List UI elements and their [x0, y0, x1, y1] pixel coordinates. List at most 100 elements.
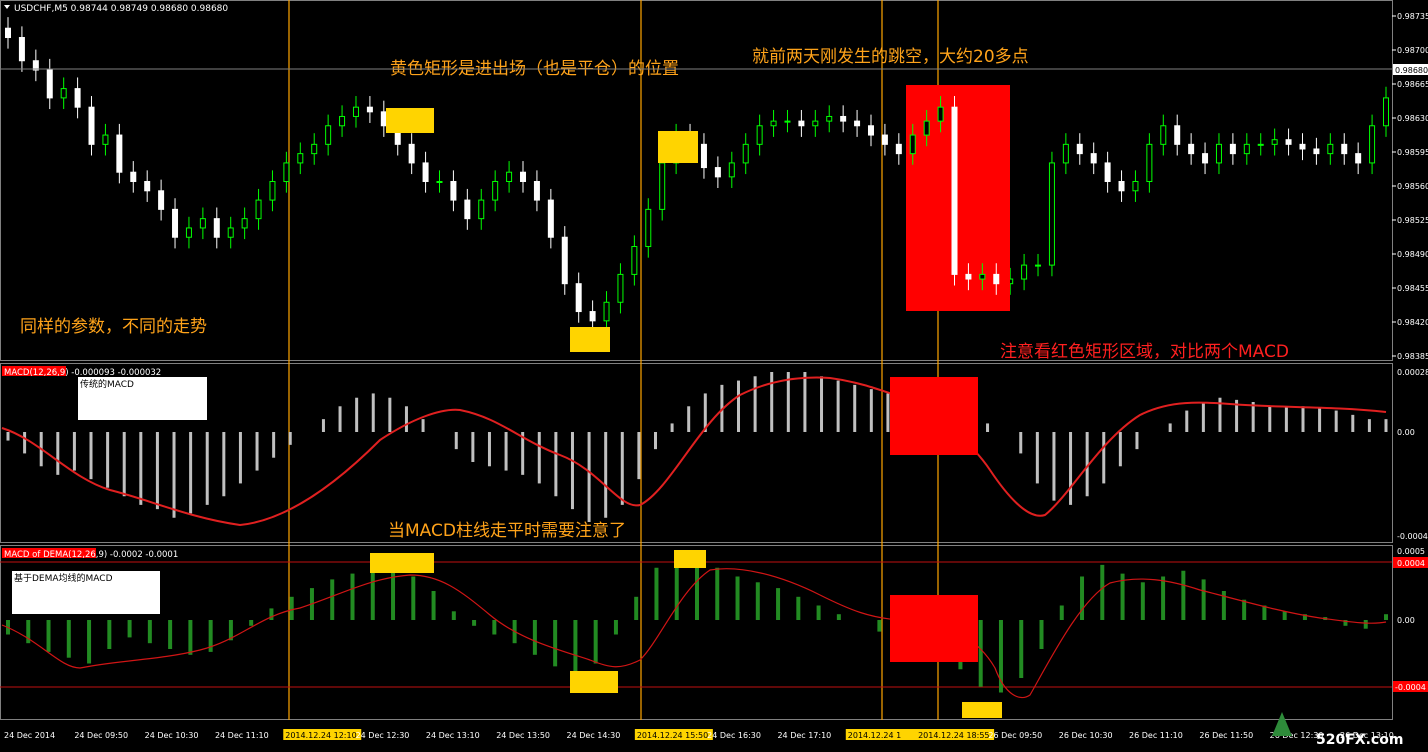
candle-body — [1021, 264, 1028, 280]
candle-body — [1160, 125, 1167, 145]
candle-body — [74, 88, 81, 108]
tree-logo-icon — [1272, 712, 1292, 736]
candle-body — [659, 162, 666, 210]
annotation-gap: 就前两天刚发生的跳空，大约20多点 — [752, 47, 1029, 67]
candle-body — [575, 283, 582, 313]
candle-body — [422, 162, 429, 182]
price-tick-label: 0.98735 — [1397, 12, 1428, 21]
candle-body — [1062, 143, 1069, 164]
time-tick-label: 24 Dec 14:30 — [567, 731, 621, 740]
price-tick-label: 0.98490 — [1397, 250, 1428, 259]
current-price-label: 0.98680 — [1395, 66, 1428, 75]
time-tick-label: 24 Dec 11:10 — [215, 731, 269, 740]
candle-body — [408, 143, 415, 164]
candle-body — [1369, 125, 1376, 164]
yellow-marker-main-2 — [570, 327, 610, 352]
candle-body — [1229, 143, 1236, 155]
macd-tick-label: 0.00028 — [1397, 368, 1428, 377]
candle-body — [1132, 181, 1139, 192]
dema-tick-label: 0.0005 — [1397, 547, 1425, 556]
price-tick-label: 0.98630 — [1397, 114, 1428, 123]
red-rect-macd — [890, 377, 978, 455]
candle-body — [589, 311, 596, 322]
candle-body — [172, 208, 179, 238]
macd-axis: 0.00028 0.00 -0.00045 — [1397, 368, 1428, 541]
dema-level-bottom-label: -0.0004 — [1395, 683, 1426, 692]
candle-body — [199, 218, 206, 229]
candle-body — [436, 181, 443, 183]
candle-body — [269, 181, 276, 201]
candle-body — [366, 106, 373, 113]
chevron-down-icon[interactable] — [4, 5, 10, 9]
candle-body — [227, 227, 234, 238]
candle-body — [1271, 139, 1278, 145]
macd-note-text: 传统的MACD — [80, 378, 134, 390]
candle-body — [603, 301, 610, 322]
macd-panel-frame — [0, 363, 1393, 543]
candle-body — [756, 125, 763, 145]
candle-body — [867, 125, 874, 136]
candle-body — [1355, 153, 1362, 164]
candle-body — [1313, 148, 1320, 155]
candle-body — [533, 181, 540, 201]
candle-body — [923, 120, 930, 136]
candle-body — [1188, 143, 1195, 155]
candle-body — [46, 69, 53, 99]
candle-body — [241, 218, 248, 229]
macd-histogram — [6, 372, 1388, 522]
candle-body — [798, 120, 805, 127]
candle-body — [617, 273, 624, 303]
candle-body — [909, 134, 916, 155]
candle-body — [102, 134, 109, 145]
candle-body — [158, 190, 165, 210]
annotation-red-rect: 注意看红色矩形区域，对比两个MACD — [1000, 342, 1289, 362]
candle-body — [380, 111, 387, 127]
time-tick-label: 2014.12.24 1 — [848, 731, 901, 740]
candle-body — [1299, 143, 1306, 150]
candle-body — [213, 218, 220, 238]
time-tick-label: 24 Dec 12:30 — [356, 731, 410, 740]
candle-body — [297, 153, 304, 164]
price-tick-label: 0.98455 — [1397, 284, 1428, 293]
candle-body — [1383, 97, 1389, 127]
candle-body — [951, 106, 958, 275]
trading-chart[interactable]: USDCHF,M5 0.98744 0.98749 0.98680 0.9868… — [0, 0, 1428, 748]
time-tick-label: 24 Dec 2014 — [4, 731, 55, 740]
macd-tick-label: -0.00045 — [1397, 532, 1428, 541]
candle-body — [812, 120, 819, 127]
time-tick-label: 24 Dec 17:10 — [777, 731, 831, 740]
candle-body — [979, 273, 986, 280]
time-tick-label: 24 Dec 13:50 — [496, 731, 550, 740]
candle-body — [895, 143, 902, 155]
time-tick-label: 24 Dec 09:50 — [74, 731, 128, 740]
candle-body — [450, 181, 457, 201]
time-tick-label: 24 Dec 10:30 — [145, 731, 199, 740]
dema-label: MACD of DEMA(12,26,9) -0.0002 -0.0001 — [4, 550, 178, 560]
candle-body — [547, 199, 554, 238]
symbol-label: USDCHF,M5 0.98744 0.98749 0.98680 0.9868… — [14, 4, 228, 14]
candle-body — [1104, 162, 1111, 182]
candle-body — [1090, 153, 1097, 164]
price-tick-label: 0.98560 — [1397, 182, 1428, 191]
candle-body — [1215, 143, 1222, 164]
candle-body — [826, 115, 833, 122]
time-tick-label: 2014.12.24 15:50 — [637, 731, 708, 740]
candle-body — [631, 246, 638, 275]
candle-body — [88, 106, 95, 145]
candle-body — [1174, 125, 1181, 145]
price-tick-label: 0.98700 — [1397, 46, 1428, 55]
candle-body — [325, 125, 332, 145]
time-tick-label: 24 Dec 13:10 — [426, 731, 480, 740]
candle-body — [339, 115, 346, 127]
annotation-macd-flat: 当MACD柱线走平时需要注意了 — [388, 521, 626, 541]
price-tick-label: 0.98525 — [1397, 216, 1428, 225]
candle-body — [18, 37, 25, 62]
candle-body — [130, 171, 137, 182]
price-tick-label: 0.98665 — [1397, 80, 1428, 89]
candle-body — [561, 236, 568, 285]
candle-body — [1146, 143, 1153, 182]
yellow-marker-dema-3 — [674, 550, 706, 568]
candle-body — [5, 27, 11, 39]
candle-body — [506, 171, 513, 182]
candle-body — [255, 199, 262, 220]
